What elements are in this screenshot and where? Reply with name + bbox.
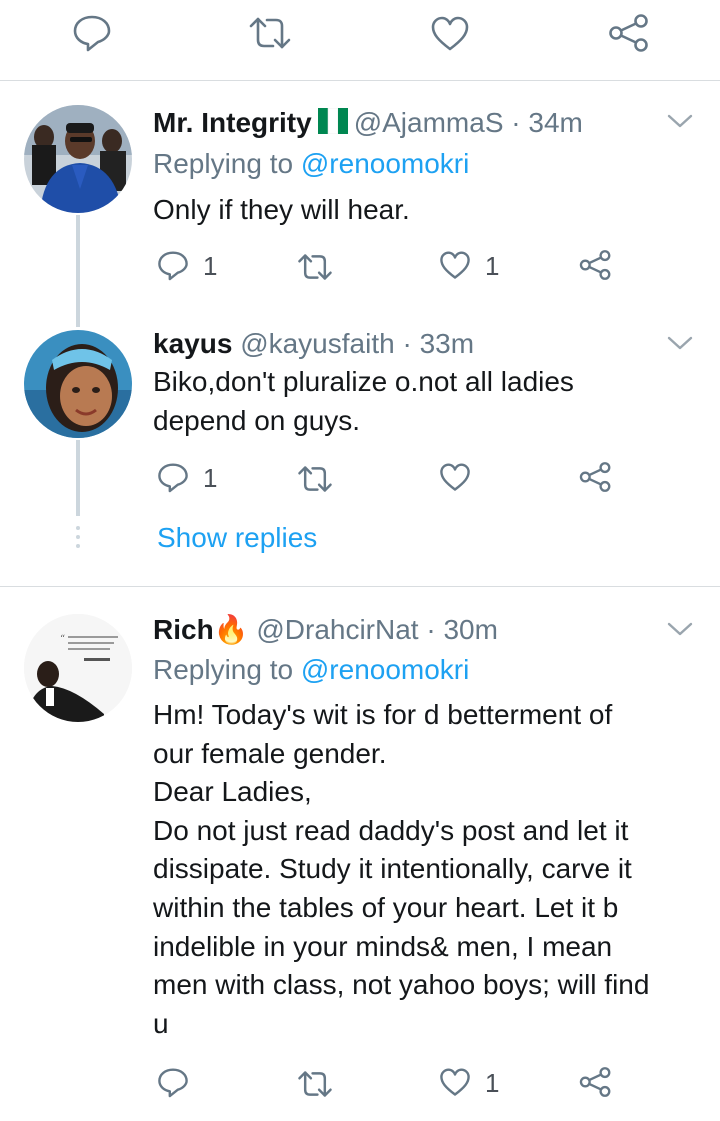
- timestamp: · 30m: [426, 614, 498, 645]
- like-count: 1: [485, 250, 500, 281]
- reply-icon: [73, 15, 111, 52]
- tweet-text-line: dissipate. Study it intentionally, carve…: [153, 853, 632, 885]
- thread-line: [76, 215, 80, 327]
- thread-line: [76, 440, 80, 516]
- replying-to: Replying to @renoomokri: [153, 150, 469, 178]
- thread-dot: [76, 526, 80, 530]
- tweet-text-line: Biko,don't pluralize o.not all ladies: [153, 366, 574, 397]
- retweet-button[interactable]: [248, 16, 292, 50]
- share-icon: [579, 250, 611, 280]
- share-button[interactable]: [579, 462, 612, 492]
- timestamp: · 34m: [511, 107, 583, 138]
- replying-to-link[interactable]: @renoomokri: [301, 654, 469, 685]
- replying-to-link[interactable]: @renoomokri: [301, 148, 469, 179]
- retweet-icon: [298, 1071, 332, 1097]
- avatar[interactable]: [24, 105, 132, 213]
- reply-button[interactable]: 1: [157, 250, 217, 281]
- thread-dot: [76, 535, 80, 539]
- like-button[interactable]: 1: [439, 1068, 499, 1097]
- handle[interactable]: @kayusfaith: [240, 328, 395, 359]
- svg-text:“: “: [60, 634, 65, 645]
- heart-icon: [440, 251, 470, 279]
- tweet-text-line: indelible in your minds& men, I mean: [153, 930, 613, 962]
- avatar[interactable]: [24, 330, 132, 438]
- replying-to-label: Replying to: [153, 654, 294, 685]
- display-name[interactable]: kayus: [153, 328, 232, 359]
- tweet-text-line: men with class, not yahoo boys; will fin…: [153, 969, 650, 1001]
- tweet-text: Hm! Today's wit is for d betterment of o…: [153, 696, 703, 1043]
- handle[interactable]: @AjammaS: [354, 107, 504, 138]
- like-button[interactable]: [439, 463, 471, 492]
- display-name[interactable]: Rich: [153, 614, 214, 645]
- tweet-text-line: our female gender.: [153, 737, 387, 769]
- retweet-button[interactable]: [297, 465, 333, 493]
- tweet-divider: [0, 586, 720, 587]
- heart-icon: [440, 1068, 470, 1096]
- reply-button[interactable]: [72, 14, 112, 52]
- tweet-divider: [0, 80, 720, 81]
- reply-count: 1: [203, 462, 218, 493]
- show-replies-link[interactable]: Show replies: [157, 524, 317, 552]
- tweet-header: kayus @kayusfaith · 33m: [153, 330, 474, 358]
- like-button[interactable]: 1: [439, 251, 499, 280]
- reply-icon: [158, 251, 188, 281]
- thread-dot: [76, 544, 80, 548]
- tweet-text-line: Do not just read daddy's post and let it: [153, 814, 629, 846]
- reply-button[interactable]: [157, 1067, 189, 1098]
- tweet-text: Biko,don't pluralize o.not all ladies de…: [153, 363, 703, 440]
- share-button[interactable]: [579, 250, 612, 280]
- share-button[interactable]: [579, 1067, 612, 1097]
- like-button[interactable]: [430, 16, 470, 52]
- tweet-text-line: Only if they will hear.: [153, 194, 410, 225]
- share-icon: [609, 14, 648, 52]
- share-icon: [579, 462, 611, 492]
- tweet-text-line: Hm! Today's wit is for d betterment of: [153, 699, 613, 730]
- reply-count: 1: [203, 250, 218, 281]
- replying-to: Replying to @renoomokri: [153, 656, 469, 684]
- heart-icon: [431, 16, 469, 51]
- share-icon: [579, 1067, 611, 1097]
- handle[interactable]: @DrahcirNat: [256, 614, 418, 645]
- retweet-icon: [298, 254, 332, 280]
- avatar[interactable]: “: [24, 614, 132, 722]
- share-button[interactable]: [608, 14, 650, 52]
- chevron-down-icon[interactable]: [666, 113, 694, 129]
- fire-emoji: 🔥: [213, 614, 249, 645]
- retweet-icon: [298, 466, 332, 492]
- tweet-text-line: u: [153, 1007, 169, 1039]
- heart-icon: [440, 463, 470, 491]
- replying-to-label: Replying to: [153, 148, 294, 179]
- retweet-button[interactable]: [297, 1070, 333, 1098]
- reply-button[interactable]: 1: [157, 462, 217, 493]
- nigeria-flag-icon: [317, 107, 348, 139]
- like-count: 1: [485, 1067, 500, 1098]
- chevron-down-icon[interactable]: [666, 335, 694, 351]
- chevron-down-icon[interactable]: [666, 621, 694, 637]
- timestamp: · 33m: [402, 328, 475, 359]
- tweet-text-line: within the tables of your heart. Let it …: [153, 891, 619, 923]
- tweet-header: Rich🔥 @DrahcirNat · 30m: [153, 616, 498, 644]
- tweet-text-line: depend on guys.: [153, 404, 361, 436]
- tweet-header: Mr. Integrity @AjammaS · 34m: [153, 107, 583, 139]
- retweet-button[interactable]: [297, 253, 333, 281]
- tweet-text-line: Dear Ladies,: [153, 776, 312, 808]
- retweet-icon: [249, 17, 291, 49]
- reply-icon: [158, 463, 188, 493]
- display-name[interactable]: Mr. Integrity: [153, 107, 312, 138]
- reply-icon: [158, 1068, 188, 1098]
- tweet-text: Only if they will hear.: [153, 191, 703, 230]
